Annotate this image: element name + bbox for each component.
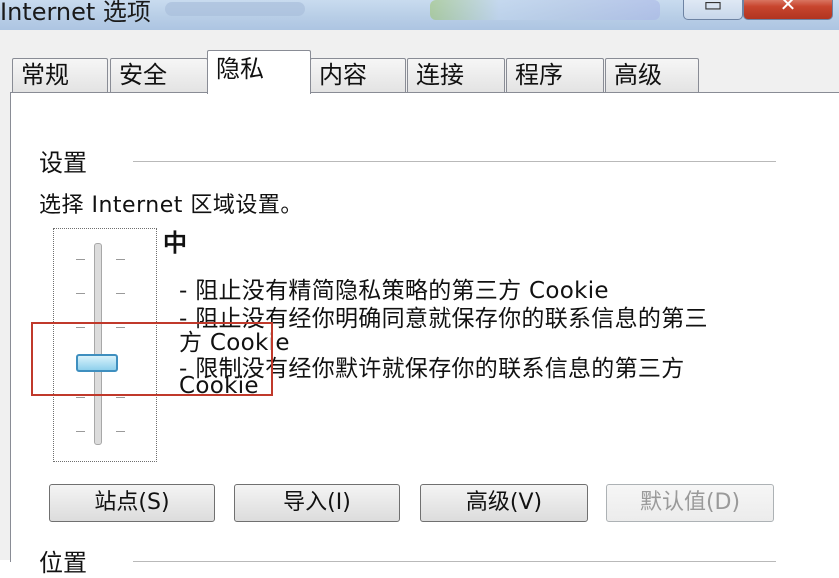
privacy-panel: 设置 选择 Internet 区域设置。 中 - 阻止没有精简隐私策略的第三方 … [10,92,839,577]
slider-tick [76,397,85,398]
title-bar: Internet 选项 ▭ ✕ [0,0,839,31]
settings-group-label: 设置 [39,149,87,177]
tab-content[interactable]: 内容 [310,58,406,92]
tab-strip: 常规 安全 隐私 内容 连接 程序 高级 [0,50,839,94]
tab-privacy[interactable]: 隐私 [207,50,311,94]
advanced-button[interactable]: 高级(V) [420,484,588,522]
tab-general[interactable]: 常规 [12,58,108,92]
default-button[interactable]: 默认值(D) [606,484,774,522]
title-bar-blur [165,2,305,16]
tab-connections[interactable]: 连接 [407,58,505,92]
settings-divider [133,161,776,162]
slider-tick [76,259,85,260]
slider-tick [116,397,125,398]
slider-tick [116,293,125,294]
tab-programs[interactable]: 程序 [506,58,604,92]
slider-tick [76,293,85,294]
location-group-label: 位置 [39,549,87,577]
maximize-icon: ▭ [703,0,723,16]
highlight-box [31,322,273,396]
slider-tick [116,431,125,432]
zone-description: 选择 Internet 区域设置。 [39,193,303,218]
close-button[interactable]: ✕ [743,0,833,20]
tab-security[interactable]: 安全 [110,58,208,92]
tab-advanced[interactable]: 高级 [605,58,699,92]
internet-options-dialog: 常规 安全 隐私 内容 连接 程序 高级 设置 选择 Internet 区域设置… [0,30,839,577]
slider-tick [116,259,125,260]
window-title: Internet 选项 [0,0,151,26]
title-bar-blur-icons [430,0,660,20]
privacy-level: 中 [163,229,187,257]
close-icon: ✕ [779,0,797,16]
slider-tick [76,431,85,432]
import-button[interactable]: 导入(I) [234,484,400,522]
location-divider [133,561,776,562]
maximize-button[interactable]: ▭ [683,0,743,20]
sites-button[interactable]: 站点(S) [49,484,215,522]
